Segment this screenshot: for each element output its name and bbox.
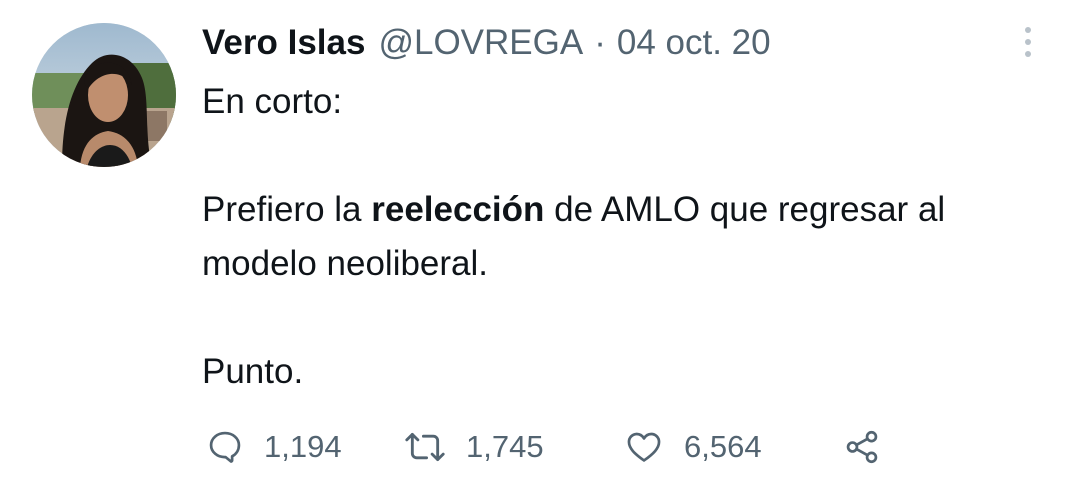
tweet-line-closing: Punto.	[202, 352, 304, 391]
tweet-card[interactable]: Vero Islas @LOVREGA · 04 oct. 20 En cort…	[0, 0, 1080, 493]
share-button[interactable]	[842, 428, 882, 466]
avatar[interactable]	[32, 23, 176, 167]
more-options-button[interactable]	[1016, 22, 1040, 62]
tweet-text-before: Prefiero la	[202, 190, 372, 229]
tweet-line-main: Prefiero la reelección de AMLO que regre…	[202, 183, 1062, 291]
comment-bubble-icon	[209, 431, 241, 463]
like-button[interactable]: 6,564	[624, 428, 842, 466]
retweet-arrows-icon	[405, 432, 445, 462]
retweet-button[interactable]: 1,745	[404, 428, 624, 466]
like-count: 6,564	[684, 429, 762, 464]
more-vertical-icon-dot	[1025, 51, 1031, 57]
tweet-line-intro: En corto:	[202, 82, 343, 121]
more-vertical-icon	[1025, 27, 1031, 33]
avatar-image	[32, 23, 176, 167]
reply-button[interactable]: 1,194	[206, 428, 404, 466]
heart-icon	[627, 432, 661, 462]
author-handle[interactable]: @LOVREGA	[378, 18, 583, 68]
share-nodes-icon	[846, 430, 878, 464]
header-separator: ·	[594, 23, 606, 62]
tweet-header: Vero Islas @LOVREGA · 04 oct. 20	[202, 18, 771, 68]
reply-count: 1,194	[264, 429, 342, 464]
author-name[interactable]: Vero Islas	[202, 18, 365, 68]
more-vertical-icon-dot	[1025, 39, 1031, 45]
tweet-date[interactable]: 04 oct. 20	[617, 18, 771, 68]
retweet-count: 1,745	[466, 429, 544, 464]
tweet-text: En corto: Prefiero la reelección de AMLO…	[202, 75, 1062, 399]
tweet-text-bold: reelección	[371, 190, 545, 229]
tweet-actions: 1,194 1,745 6,564	[206, 423, 882, 471]
